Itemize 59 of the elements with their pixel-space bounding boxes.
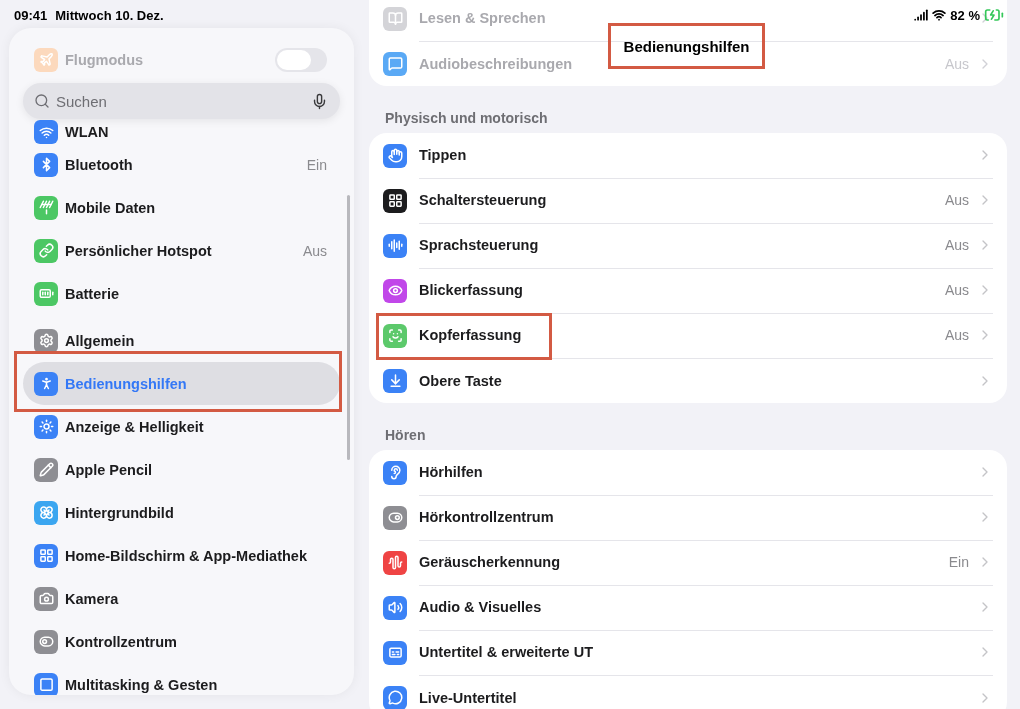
sidebar-item[interactable]: Mobile Daten: [23, 186, 340, 229]
sidebar-item[interactable]: Batterie: [23, 272, 340, 315]
sidebar-item[interactable]: Bluetooth Ein: [23, 143, 340, 186]
settings-row[interactable]: Live-Untertitel: [383, 675, 1007, 709]
row-label: Hörkontrollzentrum: [419, 509, 554, 525]
row-label: Hörhilfen: [419, 464, 483, 480]
row-label: Schaltersteuerung: [419, 192, 547, 208]
battery-percent: 82 %: [950, 7, 980, 23]
settings-row[interactable]: Audio & Visuelles: [383, 585, 1007, 630]
search-field[interactable]: Suchen: [23, 83, 340, 119]
sidebar-item[interactable]: Apple Pencil: [23, 448, 340, 491]
row-label: Sprachsteuerung: [419, 237, 539, 253]
sidebar-item[interactable]: WLAN: [23, 121, 340, 143]
settings-row[interactable]: Obere Taste: [383, 358, 1007, 403]
sidebar-item[interactable]: Kamera: [23, 577, 340, 620]
status-date: Mittwoch 10. Dez.: [55, 7, 164, 23]
sidebar-item[interactable]: Anzeige & Helligkeit: [23, 405, 340, 448]
settings-row[interactable]: Hörhilfen: [383, 450, 1007, 495]
settings-row[interactable]: Hörkontrollzentrum: [383, 495, 1007, 540]
row-label: Lesen & Sprechen: [419, 10, 546, 26]
signal-icon: [914, 8, 929, 22]
sidebar-item[interactable]: Hintergrundbild: [23, 491, 340, 534]
wifi-icon: [932, 8, 947, 22]
settings-row[interactable]: Geräuscherkennung Ein: [383, 540, 1007, 585]
row-label: Untertitel & erweiterte UT: [419, 644, 594, 660]
row-value: Aus: [944, 237, 969, 253]
sidebar-item[interactable]: Multitasking & Gesten: [23, 663, 340, 695]
item-value: Ein: [306, 156, 327, 173]
item-value: Aus: [302, 242, 327, 259]
page-title: Bedienungshilfen: [623, 37, 750, 55]
row-value: Aus: [944, 282, 969, 298]
section-header: Hören: [384, 426, 427, 445]
row-label: Obere Taste: [419, 372, 502, 389]
sidebar-item[interactable]: Kontrollzentrum: [23, 620, 340, 663]
settings-row[interactable]: Tippen: [383, 133, 1007, 178]
search-icon: [34, 93, 50, 109]
row-value: Aus: [944, 192, 969, 208]
settings-row[interactable]: Blickerfassung Aus: [383, 268, 1007, 313]
settings-row[interactable]: Schaltersteuerung Aus: [383, 178, 1007, 223]
settings-row[interactable]: Kopferfassung Aus: [383, 313, 1007, 358]
row-label: Blickerfassung: [419, 282, 523, 298]
row-label: Live-Untertitel: [419, 689, 517, 706]
row-label: Audiobeschreibungen: [419, 55, 573, 72]
toggle-switch[interactable]: [275, 47, 327, 72]
row-value: Aus: [944, 55, 969, 72]
sidebar-item[interactable]: Persönlicher Hotspot Aus: [23, 229, 340, 272]
row-label: Tippen: [419, 147, 467, 163]
row-label: Kopferfassung: [419, 327, 522, 343]
row-value: Ein: [948, 554, 969, 570]
sidebar-item[interactable]: Home-Bildschirm & App-Mediathek: [23, 534, 340, 577]
row-value: Aus: [944, 327, 969, 343]
microphone-icon[interactable]: [311, 93, 328, 110]
settings-row[interactable]: Sprachsteuerung Aus: [383, 223, 1007, 268]
status-time: 09:41: [14, 7, 48, 23]
row-label: Geräuscherkennung: [419, 554, 560, 570]
sidebar-item[interactable]: Allgemein: [23, 319, 340, 362]
section-header: Physisch und motorisch: [384, 109, 549, 128]
settings-row[interactable]: Untertitel & erweiterte UT: [383, 630, 1007, 675]
row-label: Audio & Visuelles: [419, 599, 542, 615]
